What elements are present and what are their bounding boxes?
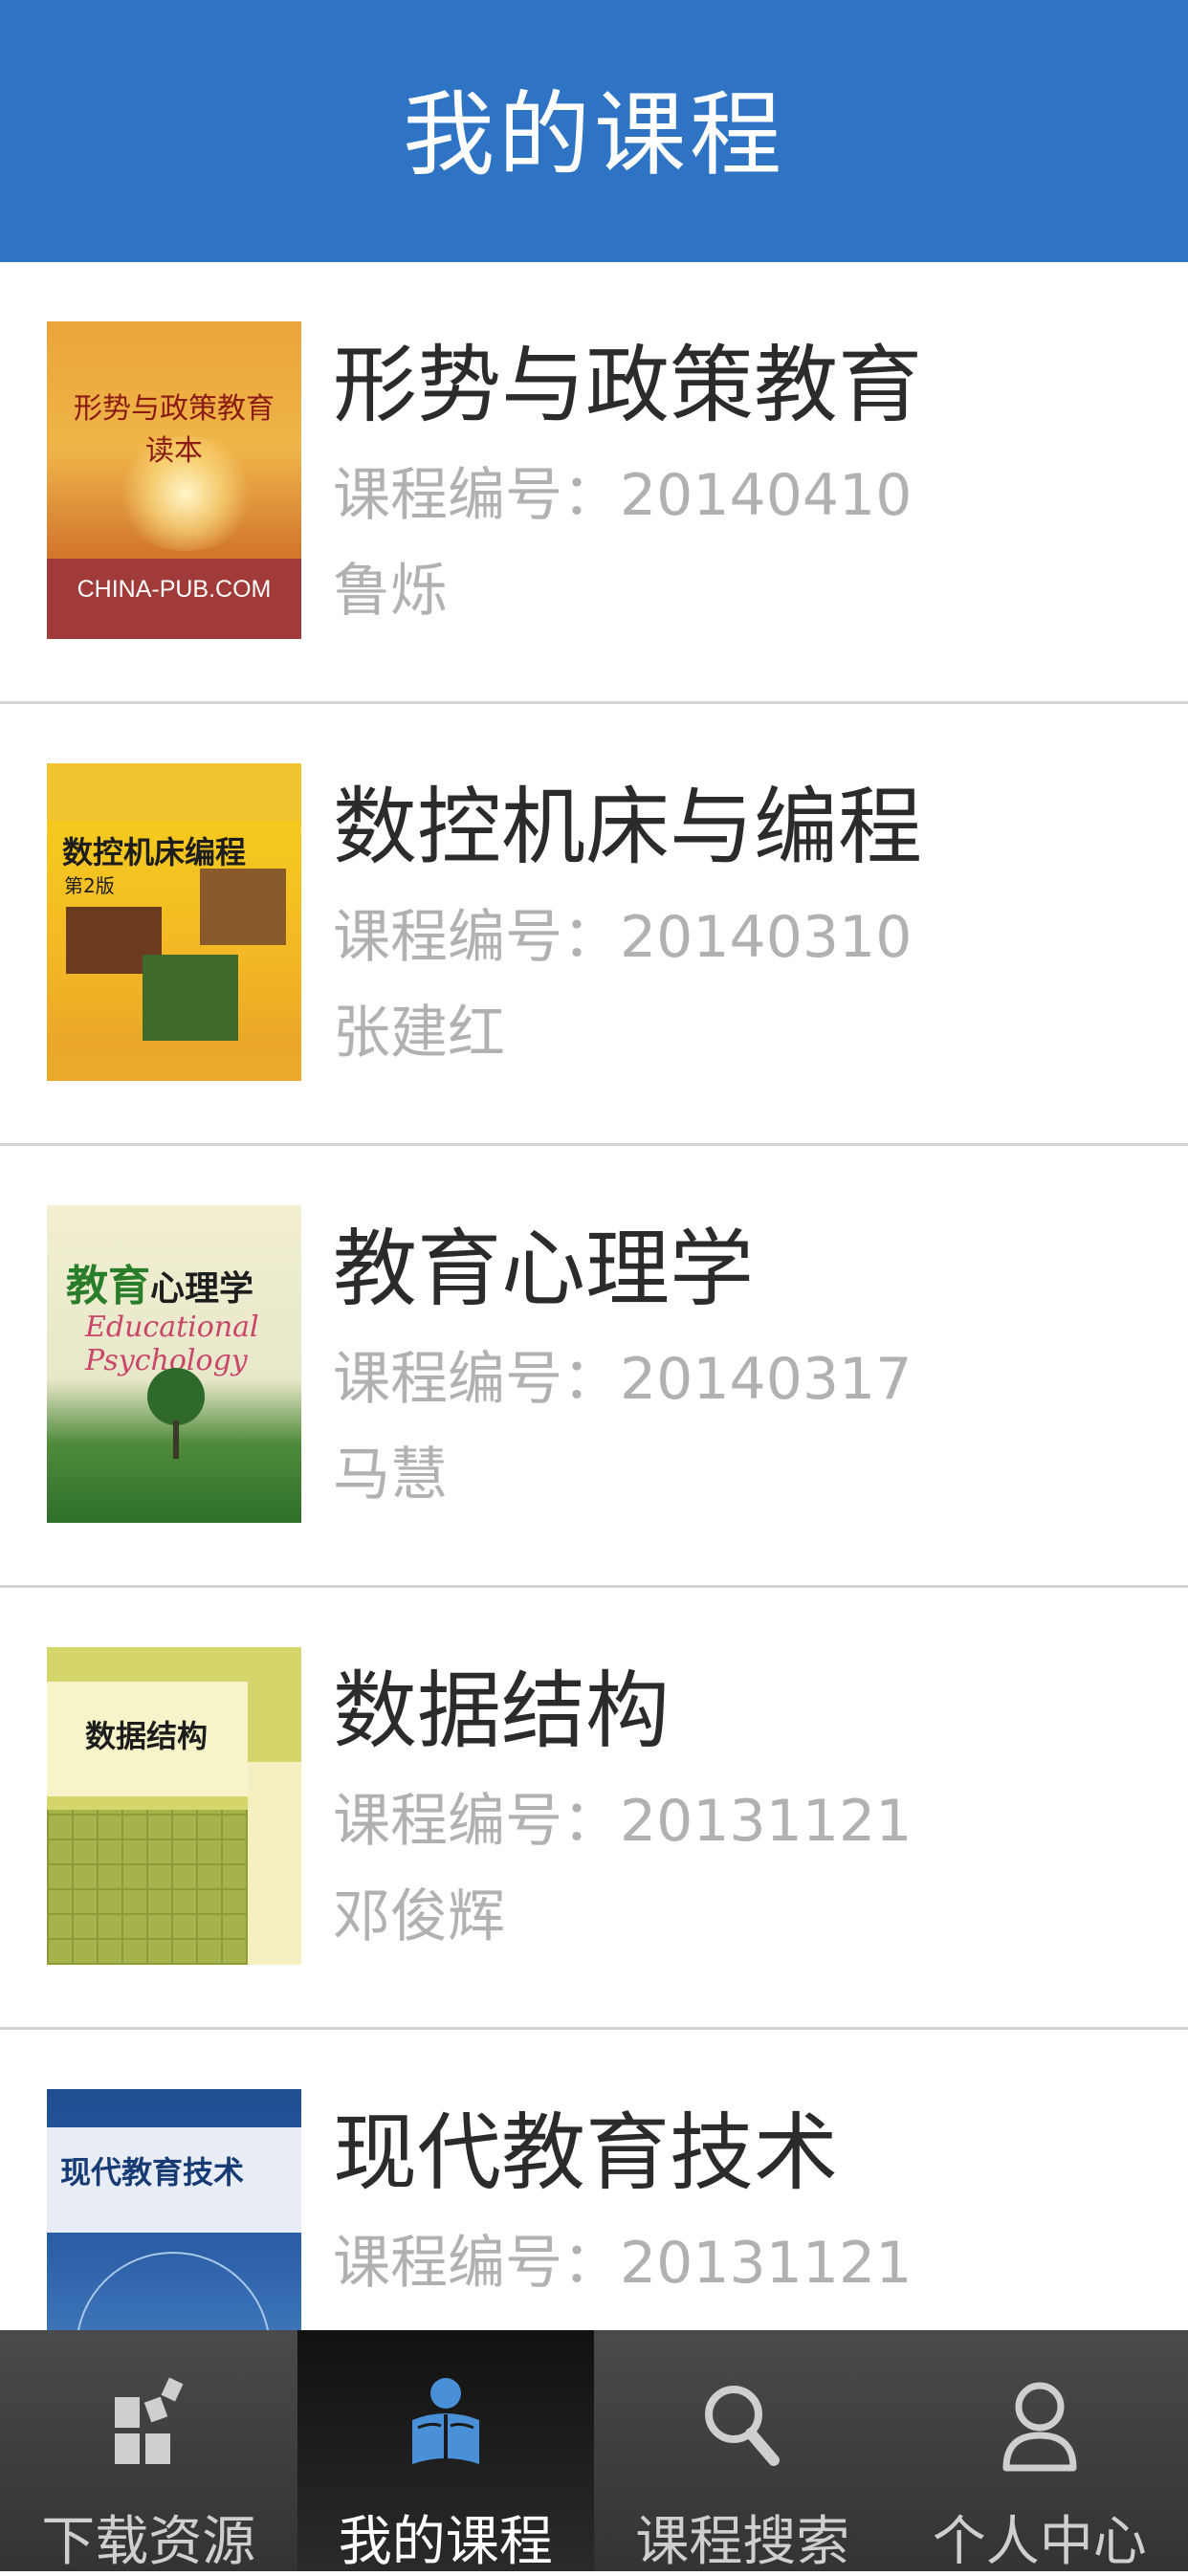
- course-code: 课程编号：20140310: [333, 891, 912, 974]
- cover-title-a: 教育: [66, 1262, 150, 1310]
- course-teacher: 张建红: [333, 986, 505, 1069]
- app-header: 我的课程: [0, 0, 1188, 262]
- course-code: 课程编号：20131121: [333, 1774, 912, 1858]
- tab-label: 我的课程: [297, 2499, 595, 2576]
- course-item[interactable]: 数据结构 数据结构 课程编号：20131121 邓俊辉: [0, 1588, 1188, 2030]
- cover-title: 数据结构: [85, 1712, 208, 1756]
- tab-label: 个人中心: [891, 2499, 1188, 2576]
- course-item[interactable]: 形势与政策教育读本 CHINA-PUB.COM 形势与政策教育 课程编号：201…: [0, 262, 1188, 704]
- tab-download-resources[interactable]: 下载资源: [0, 2330, 297, 2571]
- course-item[interactable]: 现代教育技术 现代教育技术 课程编号：20131121: [0, 2030, 1188, 2330]
- cover-title: 数控机床编程: [62, 828, 246, 872]
- course-title: 教育心理学: [333, 1201, 754, 1323]
- course-teacher: 邓俊辉: [333, 1870, 505, 1953]
- tab-course-search[interactable]: 课程搜索: [594, 2330, 891, 2571]
- person-icon: [978, 2365, 1102, 2489]
- course-cover-image: 形势与政策教育读本 CHINA-PUB.COM: [47, 321, 301, 639]
- cover-title: 形势与政策教育读本: [66, 385, 282, 469]
- course-list[interactable]: 形势与政策教育读本 CHINA-PUB.COM 形势与政策教育 课程编号：201…: [0, 262, 1188, 2330]
- tab-my-courses[interactable]: 我的课程: [297, 2330, 595, 2571]
- cover-title-b: 心理学: [150, 1269, 253, 1309]
- search-icon: [680, 2365, 804, 2489]
- course-title: 数据结构: [333, 1643, 670, 1765]
- tab-label: 下载资源: [0, 2499, 297, 2576]
- course-cover-image: 数据结构: [47, 1647, 301, 1965]
- tab-label: 课程搜索: [594, 2499, 891, 2576]
- cover-script: Educational Psychology: [85, 1310, 301, 1377]
- course-title: 数控机床与编程: [333, 760, 922, 881]
- bottom-tab-bar: 下载资源 我的课程 课程搜索 个人中心: [0, 2330, 1188, 2571]
- course-code: 课程编号：20131121: [333, 2216, 912, 2300]
- course-code: 课程编号：20140410: [333, 449, 912, 532]
- course-teacher: 鲁烁: [333, 544, 448, 627]
- course-cover-image: 现代教育技术: [47, 2089, 301, 2330]
- page-title: 我的课程: [403, 60, 785, 193]
- download-blocks-icon: [86, 2365, 210, 2489]
- course-item[interactable]: 数控机床编程 第2版 数控机床与编程 课程编号：20140310 张建红: [0, 704, 1188, 1146]
- course-item[interactable]: 教育心理学 Educational Psychology 教育心理学 课程编号：…: [0, 1146, 1188, 1588]
- course-teacher: 马慧: [333, 1428, 448, 1511]
- course-title: 形势与政策教育: [333, 318, 922, 439]
- cover-edition: 第2版: [64, 870, 115, 898]
- course-cover-image: 数控机床编程 第2版: [47, 763, 301, 1081]
- cover-publisher: CHINA-PUB.COM: [47, 576, 301, 604]
- tab-personal-center[interactable]: 个人中心: [891, 2330, 1188, 2571]
- course-title: 现代教育技术: [333, 2085, 838, 2207]
- course-code: 课程编号：20140317: [333, 1332, 912, 1416]
- reading-person-icon: [384, 2365, 508, 2489]
- cover-title: 现代教育技术: [60, 2148, 244, 2192]
- course-cover-image: 教育心理学 Educational Psychology: [47, 1205, 301, 1523]
